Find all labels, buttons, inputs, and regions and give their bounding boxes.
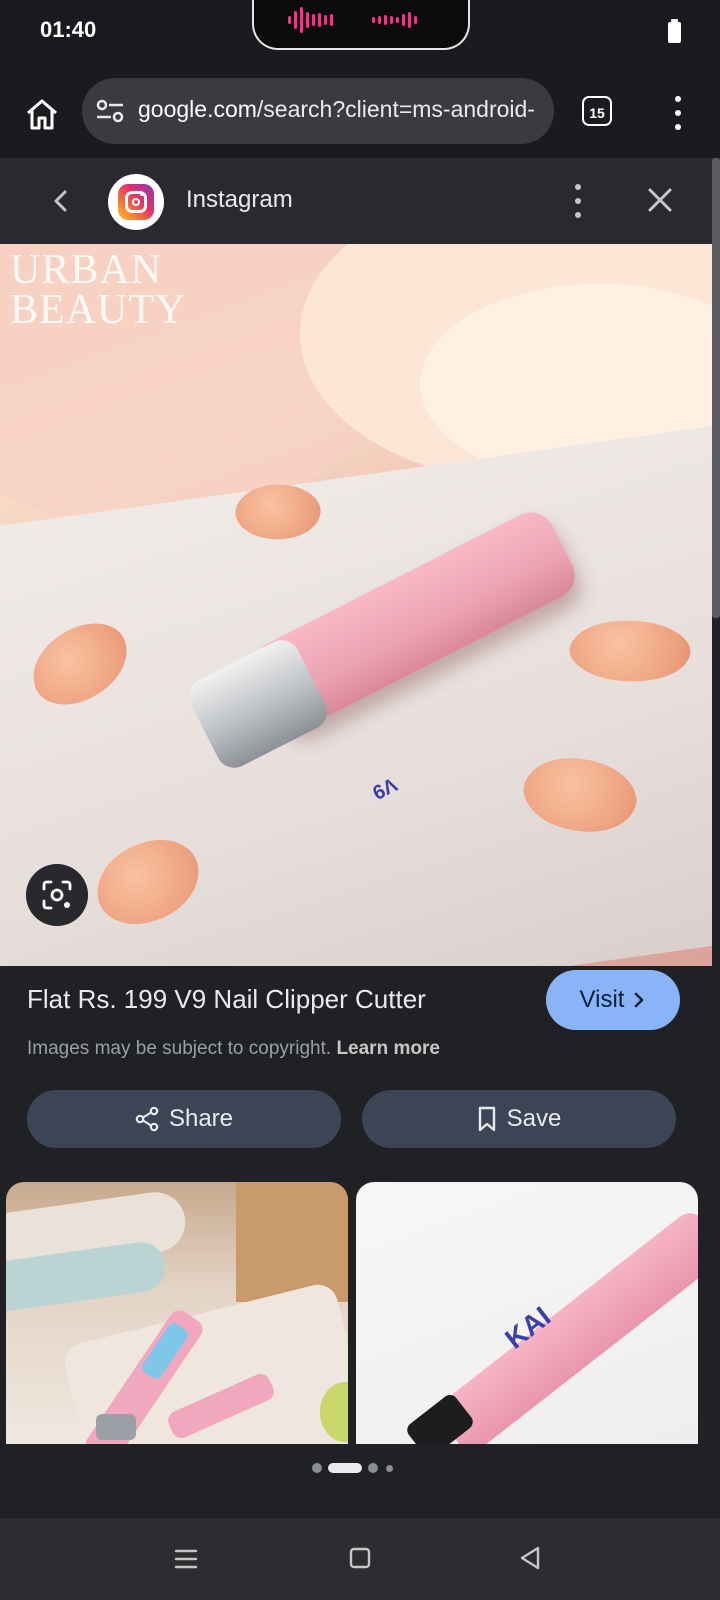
omnibox[interactable]: google.com/search?client=ms-android- [82, 78, 554, 144]
camera-notch [252, 0, 470, 50]
audio-wave-right [372, 8, 417, 32]
home-icon[interactable] [22, 94, 62, 134]
status-time: 01:40 [40, 17, 97, 42]
panel-header: Instagram [0, 158, 720, 244]
battery-icon [668, 19, 681, 43]
pager-dot [312, 1463, 322, 1473]
panel-more-icon[interactable] [568, 184, 588, 218]
share-button[interactable]: Share [27, 1090, 341, 1148]
more-vert-icon[interactable] [668, 96, 688, 130]
visit-button[interactable]: Visit [546, 970, 680, 1030]
tabs-icon[interactable]: 15 [582, 96, 612, 126]
urban-beauty-logo: URBAN BEAUTY [10, 247, 187, 333]
related-image-1[interactable] [6, 1182, 348, 1444]
source-name[interactable]: Instagram [186, 186, 293, 214]
pager-indicator [312, 1460, 402, 1474]
url-domain: google.com [138, 96, 257, 122]
audio-wave-left [288, 7, 333, 33]
learn-more-link[interactable]: Learn more [336, 1038, 439, 1059]
copyright-notice: Images may be subject to copyright. Lear… [27, 1038, 440, 1060]
url-path: /search?client=ms-android- [256, 96, 535, 122]
status-bar: 01:40 [0, 0, 720, 66]
instagram-icon [108, 174, 164, 230]
share-icon [135, 1106, 159, 1132]
image-result-panel: Instagram V9 URBAN BEAUTY Flat Rs. 199 V9… [0, 158, 720, 1518]
save-button[interactable]: Save [362, 1090, 676, 1148]
chevron-left-icon[interactable] [46, 186, 76, 216]
result-image[interactable]: V9 URBAN BEAUTY [0, 244, 712, 966]
share-label: Share [168, 1105, 234, 1132]
pager-dot [386, 1465, 393, 1472]
system-nav-bar [0, 1518, 720, 1600]
recents-icon[interactable] [174, 1548, 198, 1570]
url-text[interactable]: google.com/search?client=ms-android- [138, 96, 544, 123]
result-title[interactable]: Flat Rs. 199 V9 Nail Clipper Cutter [27, 984, 426, 1015]
pager-dot-active [328, 1463, 362, 1473]
lens-icon[interactable] [26, 864, 88, 926]
scrollbar[interactable] [712, 158, 720, 618]
bookmark-icon [478, 1106, 495, 1132]
pager-dot [368, 1463, 378, 1473]
chevron-right-icon [635, 992, 644, 1008]
copyright-text: Images may be subject to copyright. [27, 1038, 332, 1059]
close-icon[interactable] [642, 182, 678, 218]
browser-toolbar: google.com/search?client=ms-android- 15 [0, 66, 720, 158]
save-label: Save [506, 1105, 562, 1132]
visit-label: Visit [579, 986, 625, 1013]
related-image-2[interactable]: KAI [356, 1182, 698, 1444]
home-nav-icon[interactable] [348, 1546, 372, 1570]
back-nav-icon[interactable] [518, 1545, 542, 1571]
site-settings-icon[interactable] [96, 98, 124, 124]
